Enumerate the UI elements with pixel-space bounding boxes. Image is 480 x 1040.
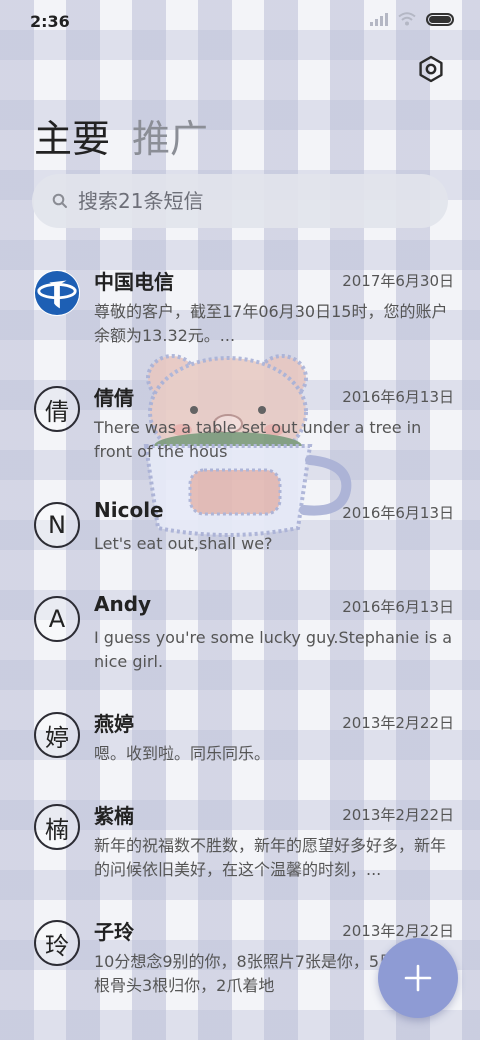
wifi-icon (398, 12, 416, 26)
gear-icon (419, 55, 443, 83)
avatar: 婷 (34, 712, 80, 758)
message-date: 2013年2月22日 (342, 922, 454, 940)
china-telecom-logo-icon (34, 270, 80, 316)
message-date: 2013年2月22日 (342, 714, 454, 732)
search-bar[interactable] (32, 174, 448, 228)
tab-bar: 主要 推广 (34, 108, 208, 163)
sender-name: Nicole (94, 498, 164, 522)
avatar: 玲 (34, 920, 80, 966)
search-input[interactable] (78, 189, 408, 213)
sender-name: 燕婷 (94, 712, 134, 736)
avatar: 倩 (34, 386, 80, 432)
message-preview: Let's eat out,shall we? (94, 534, 273, 553)
message-preview: 新年的祝福数不胜数，新年的愿望好多好多，新年的问候依旧美好，在这个温馨的时刻，.… (94, 836, 447, 879)
search-icon (52, 193, 67, 208)
sender-name: Andy (94, 592, 152, 616)
message-date: 2016年6月13日 (342, 388, 454, 406)
sender-name: 紫楠 (94, 804, 134, 828)
message-item[interactable]: A Andy 2016年6月13日 I guess you're some lu… (0, 588, 480, 688)
tab-promotions[interactable]: 推广 (132, 108, 208, 163)
sender-name: 子玲 (94, 920, 134, 944)
message-date: 2013年2月22日 (342, 806, 454, 824)
message-date: 2017年6月30日 (342, 272, 454, 290)
message-date: 2016年6月13日 (342, 504, 454, 522)
message-preview: 尊敬的客户，截至17年06月30日15时，您的账户余额为13.32元。... (94, 302, 448, 345)
message-item[interactable]: 中国电信 2017年6月30日 尊敬的客户，截至17年06月30日15时，您的账… (0, 262, 480, 362)
message-preview: 嗯。收到啦。同乐同乐。 (94, 744, 271, 763)
new-message-button[interactable] (378, 938, 458, 1018)
battery-icon (426, 12, 454, 26)
message-preview: I guess you're some lucky guy.Stephanie … (94, 628, 453, 671)
message-preview: There was a table set out under a tree i… (94, 418, 422, 461)
avatar: N (34, 502, 80, 548)
avatar (34, 270, 80, 316)
message-item[interactable]: 楠 紫楠 2013年2月22日 新年的祝福数不胜数，新年的愿望好多好多，新年的问… (0, 796, 480, 896)
status-bar: 2:36 (0, 0, 480, 42)
message-date: 2016年6月13日 (342, 598, 454, 616)
message-item[interactable]: 婷 燕婷 2013年2月22日 嗯。收到啦。同乐同乐。 (0, 704, 480, 804)
tab-main[interactable]: 主要 (34, 108, 110, 163)
message-item[interactable]: N Nicole 2016年6月13日 Let's eat out,shall … (0, 494, 480, 594)
avatar: 楠 (34, 804, 80, 850)
message-item[interactable]: 倩 倩倩 2016年6月13日 There was a table set ou… (0, 378, 480, 478)
signal-icon (370, 12, 388, 26)
status-time: 2:36 (30, 12, 70, 31)
avatar: A (34, 596, 80, 642)
settings-button[interactable] (416, 54, 446, 84)
plus-icon (404, 964, 432, 992)
status-icons (370, 12, 454, 26)
sender-name: 倩倩 (94, 386, 134, 410)
sender-name: 中国电信 (94, 270, 174, 294)
